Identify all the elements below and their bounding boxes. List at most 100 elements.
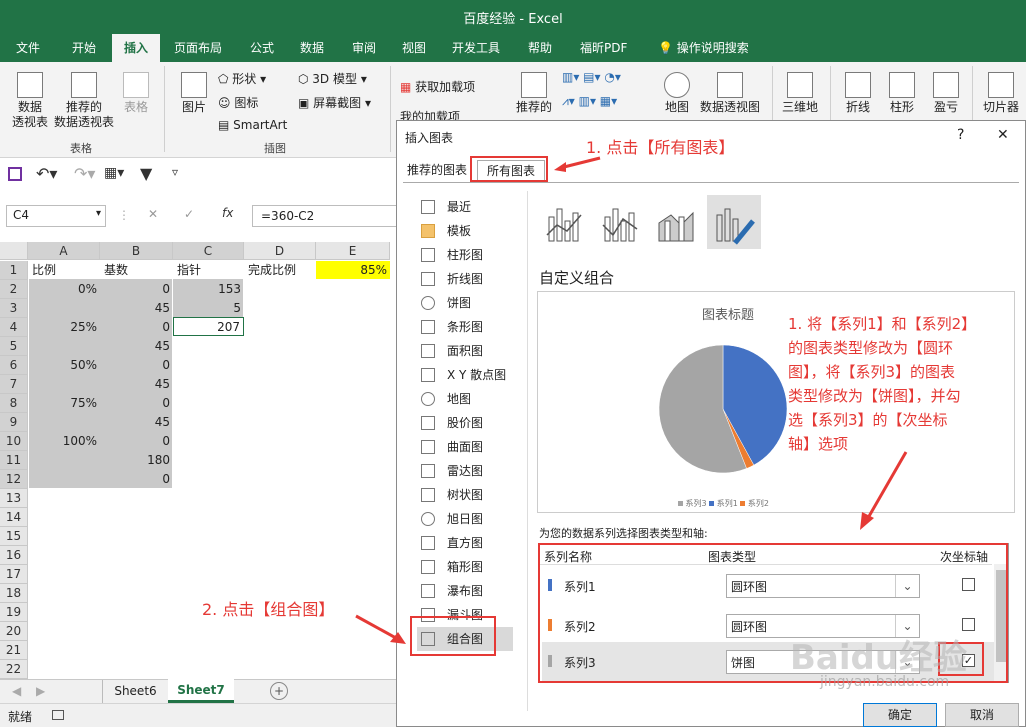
cell-b6[interactable]: 0 (101, 356, 173, 375)
tab-developer[interactable]: 开发工具 (446, 34, 506, 62)
chart-type-surface[interactable]: 曲面图 (417, 435, 513, 459)
row-header[interactable]: 9 (0, 413, 28, 432)
cell-b11[interactable]: 180 (101, 451, 173, 470)
recommended-pivot-button[interactable]: 推荐的 数据透视表 (52, 72, 116, 130)
column-header[interactable]: B (100, 242, 173, 260)
redo-icon[interactable]: ↷▾ (74, 164, 95, 183)
row-header[interactable]: 4 (0, 318, 28, 337)
formula-input[interactable]: =360-C2 (252, 205, 400, 227)
cell-a1[interactable]: 比例 (29, 261, 100, 280)
chart-type-map[interactable]: 地图 (417, 387, 513, 411)
cell-a8[interactable]: 75% (29, 394, 100, 413)
chart-type-scatter[interactable]: X Y 散点图 (417, 363, 513, 387)
insert-function-icon[interactable]: fx (222, 206, 233, 220)
cell-b3[interactable]: 45 (101, 299, 173, 318)
recommended-charts-button[interactable]: 推荐的 (512, 72, 556, 115)
tab-home[interactable]: 开始 (66, 34, 102, 62)
cell-b8[interactable]: 0 (101, 394, 173, 413)
row-header[interactable]: 2 (0, 280, 28, 299)
filter-icon[interactable]: ▼ (140, 164, 152, 183)
cell-a6[interactable]: 50% (29, 356, 100, 375)
combo-custom-icon[interactable] (707, 195, 761, 249)
sparkline-winloss-button[interactable]: 盈亏 (926, 72, 966, 115)
screenshot-button[interactable]: ▣ 屏幕截图 ▾ (298, 94, 371, 111)
pivot-table-button[interactable]: 数据 透视表 (8, 72, 52, 130)
cell-b7[interactable]: 45 (101, 375, 173, 394)
chart-type-area[interactable]: 面积图 (417, 339, 513, 363)
combo-secondary-axis-icon[interactable] (597, 195, 643, 249)
chart-type-treemap[interactable]: 树状图 (417, 483, 513, 507)
cell-e1[interactable]: 85% (317, 261, 390, 280)
name-box[interactable]: C4 ▾ (6, 205, 106, 227)
sheet-tab-sheet6[interactable]: Sheet6 (102, 680, 168, 703)
column-chart-dropdown[interactable]: ▥▾ ▤▾ ◔▾ (562, 70, 621, 84)
row-header[interactable]: 1 (0, 261, 28, 280)
sparkline-column-button[interactable]: 柱形 (882, 72, 922, 115)
row-header[interactable]: 11 (0, 451, 28, 470)
cell-c3[interactable]: 5 (174, 299, 244, 318)
chart-type-radar[interactable]: 雷达图 (417, 459, 513, 483)
cell-b4[interactable]: 0 (101, 318, 173, 337)
undo-icon[interactable]: ↶▾ (36, 164, 57, 183)
map-chart-button[interactable]: 地图 (660, 72, 694, 115)
sheet-tab-sheet7[interactable]: Sheet7 (168, 679, 234, 703)
row-header[interactable]: 18 (0, 584, 28, 603)
pivot-chart-button[interactable]: 数据透视图 (698, 72, 762, 115)
icons-button[interactable]: ☺ 图标 (218, 94, 258, 111)
save-icon[interactable] (8, 167, 22, 181)
row-header[interactable]: 17 (0, 565, 28, 584)
row-header[interactable]: 3 (0, 299, 28, 318)
shapes-button[interactable]: ⬠ 形状 ▾ (218, 70, 266, 87)
cell-a10[interactable]: 100% (29, 432, 100, 451)
next-sheet-icon[interactable]: ▶ (36, 684, 45, 698)
cancel-formula-icon[interactable]: ✕ (148, 207, 158, 221)
cell-b1[interactable]: 基数 (101, 261, 173, 280)
chart-type-histogram[interactable]: 直方图 (417, 531, 513, 555)
row-header[interactable]: 8 (0, 394, 28, 413)
cell-c2[interactable]: 153 (174, 280, 244, 299)
select-all-corner[interactable] (0, 242, 28, 260)
prev-sheet-icon[interactable]: ◀ (12, 684, 21, 698)
chart-type-recent[interactable]: 最近 (417, 195, 513, 219)
column-header[interactable]: E (316, 242, 390, 260)
row-header[interactable]: 19 (0, 603, 28, 622)
slicer-button[interactable]: 切片器 (978, 72, 1024, 115)
add-sheet-icon[interactable]: + (270, 682, 288, 700)
column-header[interactable]: C (173, 242, 244, 260)
help-button[interactable]: ? (957, 127, 964, 143)
cell-d1[interactable]: 完成比例 (245, 261, 325, 280)
row-header[interactable]: 12 (0, 470, 28, 489)
chart-type-boxplot[interactable]: 箱形图 (417, 555, 513, 579)
row-header[interactable]: 10 (0, 432, 28, 451)
cell-a4[interactable]: 25% (29, 318, 100, 337)
close-button[interactable]: ✕ (997, 127, 1009, 143)
cell-c1[interactable]: 指针 (174, 261, 244, 280)
tab-data[interactable]: 数据 (294, 34, 330, 62)
tab-foxit-pdf[interactable]: 福昕PDF (574, 34, 633, 62)
3d-model-button[interactable]: ⬡ 3D 模型 ▾ (298, 70, 367, 87)
cell-b2[interactable]: 0 (101, 280, 173, 299)
tell-me-search[interactable]: 💡 操作说明搜索 (652, 34, 755, 62)
combo-clustered-line-icon[interactable] (541, 195, 587, 249)
cell-b5[interactable]: 45 (101, 337, 173, 356)
row-header[interactable]: 21 (0, 641, 28, 660)
row-header[interactable]: 15 (0, 527, 28, 546)
customize-qat-icon[interactable]: ▿ (172, 165, 178, 179)
row-header[interactable]: 6 (0, 356, 28, 375)
row-header[interactable]: 22 (0, 660, 28, 679)
column-header[interactable]: A (28, 242, 100, 260)
row-header[interactable]: 14 (0, 508, 28, 527)
row-header[interactable]: 5 (0, 337, 28, 356)
tab-formulas[interactable]: 公式 (244, 34, 280, 62)
picture-button[interactable]: 图片 (174, 72, 214, 115)
table-button[interactable]: 表格 (118, 72, 154, 115)
ok-button[interactable]: 确定 (863, 703, 937, 727)
cell-c4[interactable]: 207 (174, 318, 243, 337)
tab-page-layout[interactable]: 页面布局 (168, 34, 228, 62)
cell-b10[interactable]: 0 (101, 432, 173, 451)
column-header[interactable]: D (244, 242, 316, 260)
worksheet-grid[interactable]: A B C D E 1 2 3 4 5 6 7 8 9 10 11 12 13 … (0, 242, 400, 679)
tab-insert[interactable]: 插入 (112, 34, 160, 62)
combo-area-column-icon[interactable] (653, 195, 699, 249)
chart-type-line[interactable]: 折线图 (417, 267, 513, 291)
